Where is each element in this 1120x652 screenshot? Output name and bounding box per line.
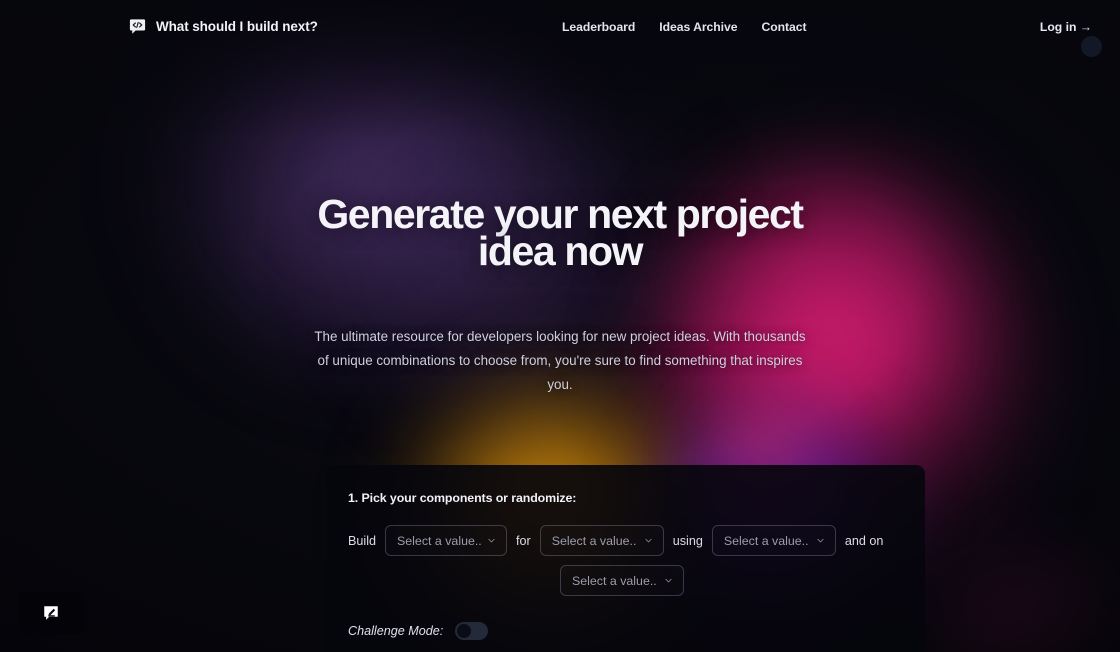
- page-title: Generate your next project idea now: [0, 194, 1120, 272]
- builder-word-build: Build: [348, 533, 377, 548]
- chevron-down-icon: [665, 578, 672, 583]
- select-component-on[interactable]: Select a value..: [560, 565, 684, 596]
- generator-panel: 1. Pick your components or randomize: Bu…: [326, 465, 925, 652]
- challenge-mode-label: Challenge Mode:: [348, 624, 444, 638]
- code-speech-bubble-icon: [129, 19, 146, 34]
- feedback-button[interactable]: [18, 592, 84, 634]
- select-component-using[interactable]: Select a value..: [711, 525, 836, 556]
- builder-word-for: for: [516, 533, 531, 548]
- select-component-using-value: Select a value..: [723, 533, 809, 548]
- primary-nav: Leaderboard Ideas Archive Contact: [562, 20, 807, 34]
- brand-title: What should I build next?: [156, 19, 318, 34]
- brand-home-link[interactable]: What should I build next?: [128, 17, 318, 36]
- feedback-pencil-bubble-icon: [44, 606, 58, 620]
- chevron-down-icon: [645, 538, 652, 543]
- chevron-down-icon: [817, 538, 824, 543]
- nav-link-leaderboard[interactable]: Leaderboard: [562, 20, 635, 34]
- generator-builder-row-1: Build Select a value.. for Select a valu…: [348, 525, 903, 556]
- challenge-mode-toggle-knob: [457, 624, 472, 638]
- select-component-what[interactable]: Select a value..: [385, 525, 508, 556]
- challenge-mode-toggle[interactable]: [455, 622, 489, 640]
- login-area: Log in →: [1040, 20, 1102, 57]
- builder-word-using: using: [672, 533, 703, 548]
- nav-link-ideas-archive[interactable]: Ideas Archive: [659, 20, 737, 34]
- select-component-what-value: Select a value..: [397, 533, 482, 548]
- select-component-for[interactable]: Select a value..: [539, 525, 664, 556]
- hero-title-line-2: idea now: [477, 228, 644, 274]
- challenge-mode-row: Challenge Mode:: [348, 622, 903, 640]
- site-header: What should I build next? Leaderboard Id…: [0, 0, 1120, 57]
- select-component-for-value: Select a value..: [551, 533, 637, 548]
- generator-builder-row-2: Select a value..: [348, 565, 903, 596]
- nav-link-contact[interactable]: Contact: [761, 20, 806, 34]
- login-button[interactable]: Log in →: [1040, 20, 1092, 34]
- generator-step-label: 1. Pick your components or randomize:: [348, 491, 577, 505]
- select-component-on-value: Select a value..: [572, 573, 657, 588]
- builder-word-and-on: and on: [844, 533, 884, 548]
- avatar[interactable]: [1081, 35, 1102, 57]
- hero-section: Generate your next project idea now The …: [0, 194, 1120, 397]
- hero-subtitle: The ultimate resource for developers loo…: [314, 329, 806, 392]
- chevron-down-icon: [488, 538, 495, 543]
